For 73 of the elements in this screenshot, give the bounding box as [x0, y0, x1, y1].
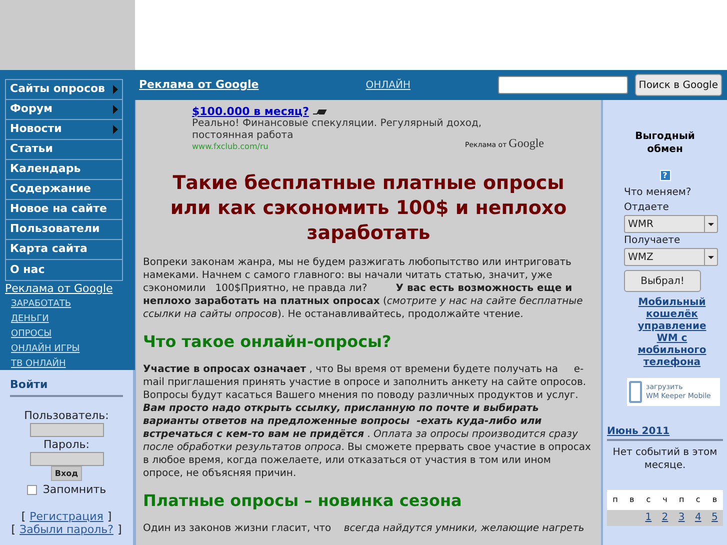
register-link[interactable]: Регистрация — [30, 510, 104, 523]
phone-icon — [629, 381, 642, 403]
field-label: Пароль: — [44, 438, 90, 452]
article-paragraph: Участие в опросах означает , что Вы время от времени будете получать на e-mail приглашения принять участие в опросе и заполнить анкету на сайте опросов. Вопросы будут касаться Вашего мнения по поводу различных продуктов и услуг. Вам просто надо открыть ссылку, присланную по почте и выбирать варианты ответов на предложенные вопросы -ехать куда-либо или встречаться с кем-то вам не придётся . Оплата за опросы производится сразу после обработки результатов опроса. Вы сможете прервать свое участие в опросах в любое время, когда пожелаете, или отказаться от участия в том или ином опросе, не объясняя причин. — [143, 363, 592, 480]
submit-button[interactable]: Выбрал! — [624, 270, 701, 292]
username-field[interactable] — [30, 422, 104, 436]
currency-dropdown[interactable]: WMR — [624, 215, 718, 233]
submenu-arrow-icon — [113, 125, 118, 134]
bracket-text: ] — [117, 523, 122, 536]
cart-icon — [312, 108, 327, 116]
nav-item[interactable]: Сайты опросов — [6, 80, 122, 100]
nav-item[interactable]: О нас — [6, 260, 122, 280]
calendar-month-link[interactable]: Июнь 2011 — [607, 426, 723, 441]
nav-item[interactable]: Пользователи — [6, 220, 122, 240]
submenu-arrow-icon — [113, 85, 118, 94]
ad-headline-link[interactable]: $100.000 в месяц? — [192, 106, 309, 118]
nav-item[interactable]: Статьи — [6, 140, 122, 160]
nav-item[interactable]: Содержание — [6, 180, 122, 200]
ad-link[interactable]: ОНЛАЙН ИГРЫ — [11, 344, 80, 354]
field-label: Получаете — [624, 234, 682, 248]
calendar-day-link[interactable]: 1 — [645, 512, 652, 523]
weekday-label: ч — [662, 494, 668, 506]
bracket-text: [ — [11, 523, 16, 536]
currency-dropdown[interactable]: WMZ — [624, 248, 718, 266]
weekday-label: с — [645, 494, 652, 506]
mobile-wallet-link[interactable]: Мобильный кошелёк управление WM с мобильного телефона — [607, 297, 723, 369]
section-heading: Что такое онлайн-опросы? — [143, 332, 392, 352]
weekday-label: в — [711, 494, 718, 506]
bracket-text: ] — [107, 510, 112, 523]
ad-link[interactable]: ЗАРАБОТАТЬ — [11, 299, 72, 309]
remember-checkbox[interactable] — [26, 484, 37, 495]
login-heading: Войти — [10, 377, 123, 396]
section-heading: Платные опросы – новинка сезона — [143, 491, 463, 511]
field-label: Пользователь: — [24, 408, 109, 422]
ad-link[interactable]: ДЕНЬГИ — [11, 314, 49, 324]
dropdown-caret-icon — [708, 256, 714, 258]
nav-item[interactable]: Новости — [6, 120, 122, 140]
calendar-day-link[interactable]: 4 — [694, 512, 702, 523]
weekday-label: с — [694, 494, 702, 506]
field-label: Отдаете — [624, 201, 670, 215]
calendar-day-link[interactable]: 2 — [662, 512, 668, 523]
google-wordmark: Google — [508, 137, 544, 149]
ad-link[interactable]: ОПРОСЫ — [11, 329, 52, 339]
nav-item[interactable]: Карта сайта — [6, 240, 122, 260]
register-link[interactable]: Забыли пароль? — [20, 523, 114, 536]
search-field[interactable] — [498, 76, 628, 94]
bracket-text: [ — [21, 510, 26, 523]
calendar-message: Нет событий в этом месяце. — [612, 446, 718, 472]
checkbox-label: Запомнить — [42, 482, 106, 498]
article-paragraph: Один из законов жизни гласит, что всегда найдутся умники, желающие нагреть — [143, 522, 586, 535]
nav-item[interactable]: Календарь — [6, 160, 122, 180]
nav-item[interactable]: Новое на сайте — [6, 200, 122, 220]
article-title: Такие бесплатные платные опросы или как сэкономить 100$ и неплохо заработать — [169, 171, 568, 246]
nav-item[interactable]: Форум — [6, 100, 122, 120]
weekday-label: п — [678, 494, 686, 506]
search-button[interactable]: Поиск в Google — [634, 74, 722, 96]
article-paragraph: Вопреки законам жанра, мы не будем разжигать любопытство или интриговать намеками. Начнем с самого главного: вы начали читать статью, значит, уже сэкономили 100$Приятно, не правда ли? У вас есть возможность еще и неплохо заработать на платных опросах (смотрите у нас на сайте бесплатные ссылки на сайты опросов). Не останавливайтесь, продолжайте чтение. — [143, 256, 584, 321]
exchange-question: Что меняем? — [624, 186, 692, 200]
login-button[interactable]: Вход — [50, 466, 82, 480]
submenu-arrow-icon — [113, 105, 118, 114]
ad-link[interactable]: ТВ ОНЛАЙН — [11, 359, 66, 369]
calendar-day-link[interactable]: 5 — [712, 512, 718, 523]
ads-link[interactable]: Реклама от Google — [139, 76, 259, 94]
weekday-label: в — [628, 494, 636, 506]
help-icon[interactable]: ? — [660, 170, 670, 181]
dropdown-caret-icon — [708, 222, 714, 226]
ads-link[interactable]: Реклама от Google — [5, 282, 135, 295]
online-link[interactable]: ОНЛАЙН — [366, 78, 410, 92]
password-field[interactable] — [30, 452, 104, 466]
calendar-day-link[interactable]: 3 — [678, 512, 685, 523]
exchange-heading: Выгодный обмен — [634, 130, 696, 156]
ad-text: Реально! Финансовые спекуляции. Регулярный доход, постоянная работа — [192, 118, 483, 142]
weekday-label: п — [612, 494, 619, 506]
